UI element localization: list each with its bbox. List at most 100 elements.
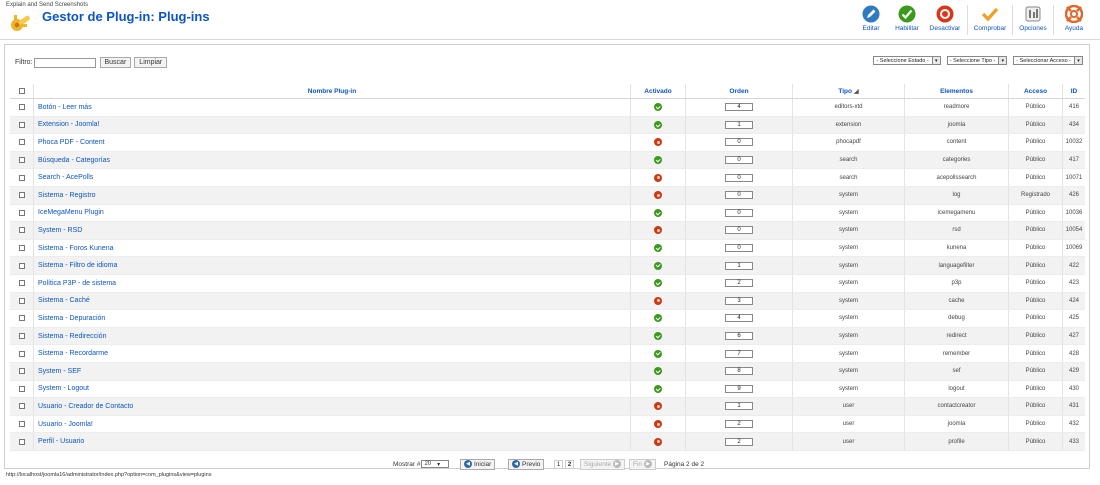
row-checkbox[interactable]	[18, 385, 25, 392]
order-input[interactable]: 1	[725, 402, 753, 411]
enable-button[interactable]: Habilitar	[889, 4, 925, 36]
order-input[interactable]: 0	[725, 244, 753, 253]
row-checkbox[interactable]	[18, 421, 25, 428]
row-checkbox[interactable]	[18, 174, 25, 181]
row-checkbox[interactable]	[18, 403, 25, 410]
order-input[interactable]: 7	[725, 349, 753, 358]
access-text[interactable]: Público	[1026, 403, 1046, 409]
disabled-status-icon[interactable]	[654, 420, 662, 429]
access-text[interactable]: Público	[1026, 368, 1046, 374]
order-input[interactable]: 4	[725, 314, 753, 323]
row-checkbox[interactable]	[18, 139, 25, 146]
access-text[interactable]: Público	[1026, 439, 1046, 445]
order-input[interactable]: 4	[725, 103, 753, 112]
row-checkbox[interactable]	[18, 315, 25, 322]
order-input[interactable]: 0	[725, 138, 753, 147]
order-input[interactable]: 9	[725, 384, 753, 393]
row-checkbox[interactable]	[18, 262, 25, 269]
plugin-name-link[interactable]: Perfil - Usuario	[38, 438, 84, 445]
enabled-status-icon[interactable]	[654, 314, 662, 323]
order-input[interactable]: 2	[725, 437, 753, 446]
disabled-status-icon[interactable]	[654, 437, 662, 446]
plugin-name-link[interactable]: Sistema - Redirección	[38, 333, 106, 340]
column-header-name[interactable]: Nombre Plug-in	[34, 84, 631, 98]
access-text[interactable]: Público	[1026, 421, 1046, 427]
order-input[interactable]: 0	[725, 208, 753, 217]
row-checkbox[interactable]	[18, 438, 25, 445]
order-input[interactable]: 8	[725, 367, 753, 376]
row-checkbox[interactable]	[18, 368, 25, 375]
search-button[interactable]: Buscar	[99, 57, 132, 68]
state-select[interactable]: - Seleccione Estado - ▾	[873, 56, 941, 65]
plugin-name-link[interactable]: Política P3P - de sistema	[38, 280, 116, 287]
plugin-name-link[interactable]: Sistema - Foros Kunena	[38, 245, 113, 252]
plugin-name-link[interactable]: Sistema - Registro	[38, 192, 96, 199]
row-checkbox[interactable]	[18, 227, 25, 234]
order-input[interactable]: 0	[725, 226, 753, 235]
access-text[interactable]: Público	[1026, 351, 1046, 357]
order-input[interactable]: 2	[725, 420, 753, 429]
plugin-name-link[interactable]: Búsqueda - Categorías	[38, 157, 110, 164]
enabled-status-icon[interactable]	[654, 208, 662, 217]
access-text[interactable]: Público	[1026, 298, 1046, 304]
row-checkbox[interactable]	[18, 104, 25, 111]
enabled-status-icon[interactable]	[654, 332, 662, 341]
enabled-status-icon[interactable]	[654, 384, 662, 393]
edit-button[interactable]: Editar	[853, 4, 889, 36]
order-input[interactable]: 2	[725, 279, 753, 288]
disabled-status-icon[interactable]	[654, 296, 662, 305]
access-text[interactable]: Público	[1026, 333, 1046, 339]
access-text[interactable]: Público	[1026, 104, 1046, 110]
row-checkbox[interactable]	[18, 209, 25, 216]
disabled-status-icon[interactable]	[654, 173, 662, 182]
access-text[interactable]: Registrado	[1021, 192, 1050, 198]
column-header-access[interactable]: Acceso	[1009, 84, 1063, 98]
row-checkbox[interactable]	[18, 350, 25, 357]
clear-button[interactable]: Limpiar	[134, 57, 168, 68]
order-input[interactable]: 6	[725, 332, 753, 341]
access-text[interactable]: Público	[1026, 139, 1046, 145]
row-checkbox[interactable]	[18, 333, 25, 340]
enabled-status-icon[interactable]	[654, 349, 662, 358]
plugin-name-link[interactable]: Botón - Leer más	[38, 104, 92, 111]
access-text[interactable]: Público	[1026, 315, 1046, 321]
access-text[interactable]: Público	[1026, 122, 1046, 128]
plugin-name-link[interactable]: System - Logout	[38, 385, 89, 392]
plugin-name-link[interactable]: Extension - Joomla!	[38, 121, 99, 128]
plugin-name-link[interactable]: Sistema - Filtro de idioma	[38, 262, 117, 269]
plugin-name-link[interactable]: Search - AcePolls	[38, 174, 93, 181]
start-button[interactable]: ◀ Iniciar	[460, 458, 496, 470]
row-checkbox[interactable]	[18, 121, 25, 128]
access-text[interactable]: Público	[1026, 245, 1046, 251]
enabled-status-icon[interactable]	[654, 279, 662, 288]
access-text[interactable]: Público	[1026, 210, 1046, 216]
access-select[interactable]: - Seleccionar Acceso - ▾	[1013, 56, 1083, 65]
enabled-status-icon[interactable]	[654, 367, 662, 376]
row-checkbox[interactable]	[18, 280, 25, 287]
disable-button[interactable]: Desactivar	[925, 4, 965, 36]
column-header-order[interactable]: Orden	[686, 84, 793, 98]
row-checkbox[interactable]	[18, 192, 25, 199]
help-button[interactable]: Ayuda	[1056, 4, 1092, 36]
previous-button[interactable]: ◀ Previo	[508, 458, 545, 470]
plugin-name-link[interactable]: System - RSD	[38, 227, 82, 234]
page-link-1[interactable]: 1	[554, 459, 563, 469]
column-header-elements[interactable]: Elementos	[905, 84, 1009, 98]
disabled-status-icon[interactable]	[654, 138, 662, 147]
column-header-type[interactable]: Tipo ◢	[793, 84, 905, 98]
order-input[interactable]: 3	[725, 296, 753, 305]
check-in-button[interactable]: Comprobar	[970, 4, 1010, 36]
row-checkbox[interactable]	[18, 297, 25, 304]
end-button[interactable]: Fin ▶	[629, 458, 657, 470]
order-input[interactable]: 0	[725, 156, 753, 165]
row-checkbox[interactable]	[18, 157, 25, 164]
plugin-name-link[interactable]: System - SEF	[38, 368, 81, 375]
order-input[interactable]: 0	[725, 191, 753, 200]
disabled-status-icon[interactable]	[654, 226, 662, 235]
disabled-status-icon[interactable]	[654, 191, 662, 200]
order-input[interactable]: 1	[725, 261, 753, 270]
access-text[interactable]: Público	[1026, 280, 1046, 286]
plugin-name-link[interactable]: Usuario - Creador de Contacto	[38, 403, 133, 410]
enabled-status-icon[interactable]	[654, 120, 662, 129]
select-all-checkbox[interactable]	[18, 88, 25, 94]
